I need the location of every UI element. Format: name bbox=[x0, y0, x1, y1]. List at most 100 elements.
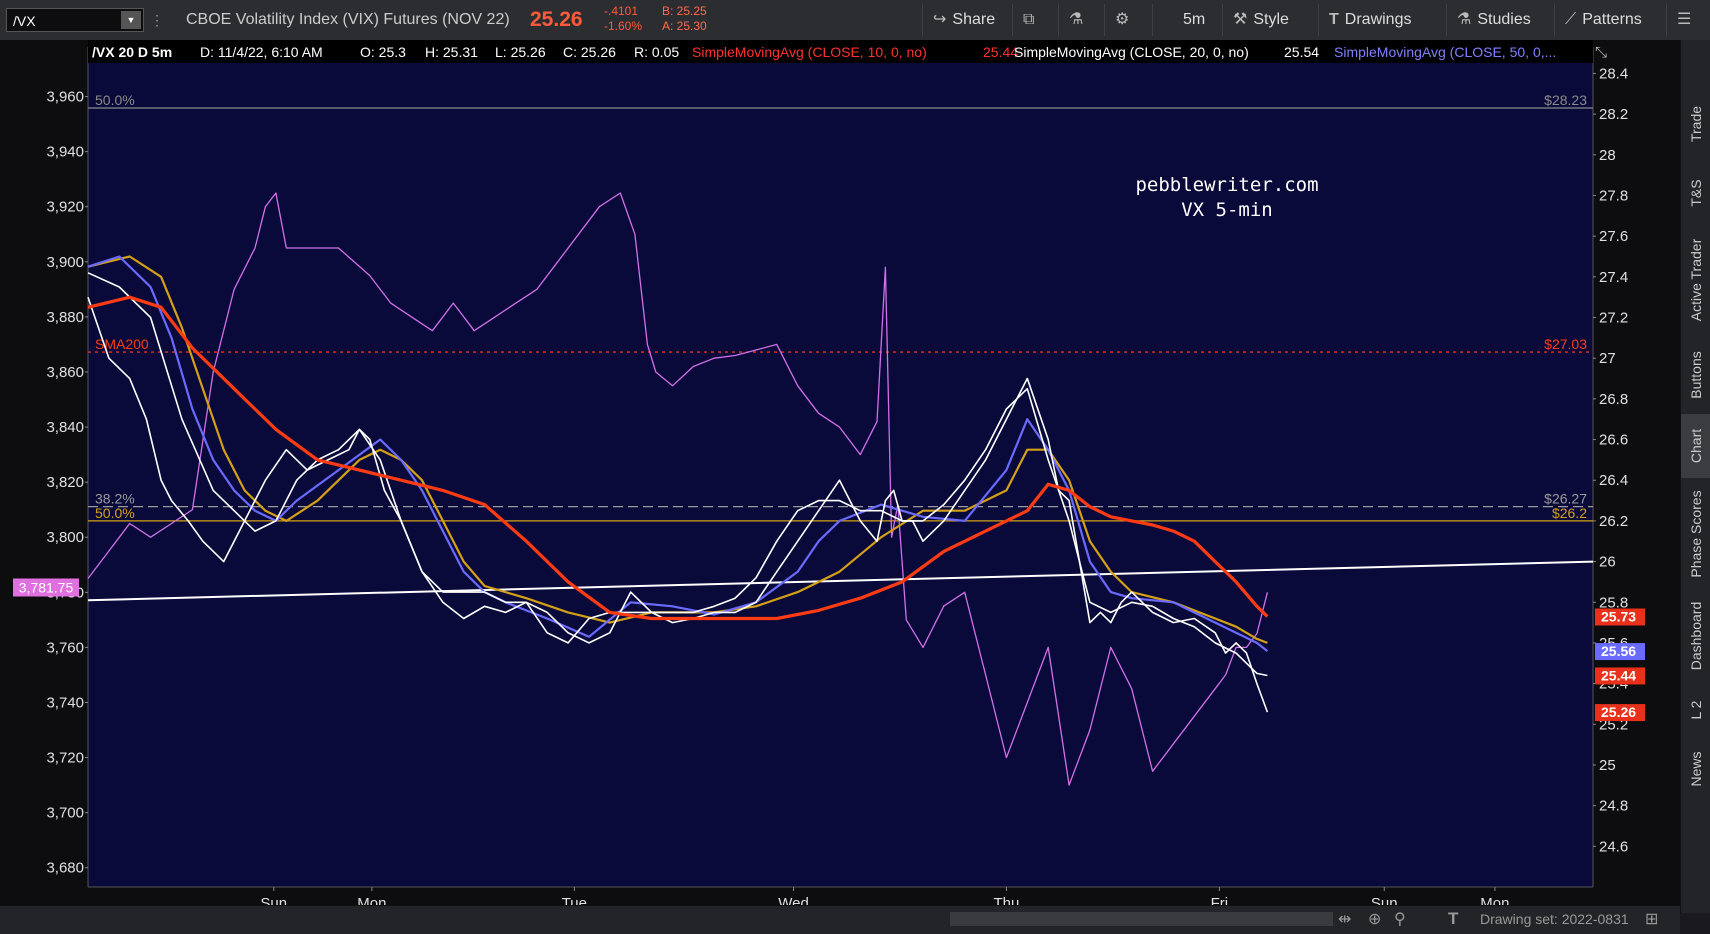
side-tab-label: T&S bbox=[1688, 179, 1704, 207]
change-block: -.4101 -1.60% bbox=[604, 4, 642, 34]
side-tab-news[interactable]: News bbox=[1681, 738, 1710, 800]
patterns-label: Patterns bbox=[1582, 11, 1642, 28]
left-tick-label: 3,860 bbox=[46, 364, 84, 381]
share-icon: ↪ bbox=[933, 11, 947, 28]
horizontal-scrollbar[interactable] bbox=[950, 912, 1333, 926]
left-tick-label: 3,820 bbox=[46, 474, 84, 491]
side-tab-t-s[interactable]: T&S bbox=[1681, 164, 1710, 222]
bid-price: B: 25.25 bbox=[662, 4, 707, 18]
settings-button[interactable]: ⚙ bbox=[1104, 4, 1152, 36]
side-tab-label: Buttons bbox=[1688, 351, 1704, 399]
style-icon: ⚒ bbox=[1233, 11, 1248, 28]
right-tick-label: 28 bbox=[1599, 147, 1616, 164]
right-tick-label: 25 bbox=[1599, 757, 1616, 774]
camera-icon: ⧉ bbox=[1023, 11, 1035, 28]
bar-low: L: 25.26 bbox=[495, 44, 546, 60]
menu-icon: ☰ bbox=[1677, 11, 1692, 28]
bar-range: R: 0.05 bbox=[634, 44, 679, 60]
price-label-text: 25.73 bbox=[1601, 608, 1636, 624]
right-tick-label: 27 bbox=[1599, 350, 1616, 367]
sma20-label: SimpleMovingAvg (CLOSE, 20, 0, no) bbox=[1014, 44, 1249, 60]
right-tick-label: 28.2 bbox=[1599, 106, 1628, 123]
crosshair-icon[interactable]: ⊕ bbox=[1368, 909, 1381, 929]
drawings-button[interactable]: T Drawings bbox=[1318, 4, 1446, 36]
chart-svg[interactable]: 3,6803,7003,7203,7403,7603,7803,8003,820… bbox=[0, 40, 1680, 913]
side-tab-buttons[interactable]: Buttons bbox=[1681, 338, 1710, 412]
level-label: SMA200 bbox=[95, 336, 149, 352]
flask-icon: ⚗ bbox=[1457, 11, 1472, 28]
bar-date: D: 11/4/22, 6:10 AM bbox=[200, 44, 323, 60]
timeframe-button[interactable]: 5m bbox=[1152, 4, 1222, 36]
right-tick-label: 27.8 bbox=[1599, 187, 1628, 204]
side-tab-label: Phase Scores bbox=[1688, 490, 1704, 578]
side-tab-trade[interactable]: Trade bbox=[1681, 86, 1710, 162]
right-tick-label: 26.2 bbox=[1599, 513, 1628, 530]
symbol-dropdown-icon[interactable]: ▼ bbox=[121, 11, 141, 29]
panel-icon[interactable]: ⊞ bbox=[1645, 909, 1658, 929]
right-tick-label: 24.8 bbox=[1599, 798, 1628, 815]
style-button[interactable]: ⚒ Style bbox=[1222, 4, 1318, 36]
price-label-text: 25.44 bbox=[1601, 667, 1636, 683]
left-tick-label: 3,960 bbox=[46, 89, 84, 106]
share-label: Share bbox=[952, 11, 996, 28]
watermark-line2: VX 5-min bbox=[1181, 199, 1273, 221]
flask-icon: ⚗ bbox=[1069, 11, 1084, 28]
flask-button[interactable]: ⚗ bbox=[1058, 4, 1104, 36]
bid-ask-block: B: 25.25 A: 25.30 bbox=[662, 4, 707, 34]
patterns-button[interactable]: ⟋ Patterns bbox=[1554, 4, 1666, 36]
side-tab-dashboard[interactable]: Dashboard bbox=[1681, 590, 1710, 682]
side-tab-label: Dashboard bbox=[1688, 601, 1704, 671]
left-tick-label: 3,880 bbox=[46, 309, 84, 326]
left-tick-label: 3,680 bbox=[46, 860, 84, 877]
last-price: 25.26 bbox=[530, 8, 583, 31]
price-label-text: 25.56 bbox=[1601, 643, 1636, 659]
side-tab-chart[interactable]: Chart bbox=[1681, 414, 1710, 478]
level-label: 50.0% bbox=[95, 92, 135, 108]
grip-icon[interactable]: ⋮ bbox=[150, 0, 164, 40]
symbol-text: /VX bbox=[13, 13, 36, 29]
gear-icon: ⚙ bbox=[1115, 11, 1130, 28]
snapshot-button[interactable]: ⧉ bbox=[1012, 4, 1058, 36]
left-tick-label: 3,800 bbox=[46, 529, 84, 546]
right-tick-label: 24.6 bbox=[1599, 838, 1628, 855]
right-tick-label: 26.6 bbox=[1599, 432, 1628, 449]
sma50-label: SimpleMovingAvg (CLOSE, 50, 0,... bbox=[1334, 44, 1556, 60]
right-tick-label: 26.8 bbox=[1599, 391, 1628, 408]
level-value-label: $27.03 bbox=[1544, 336, 1587, 352]
right-tick-label: 27.6 bbox=[1599, 228, 1628, 245]
menu-button[interactable]: ☰ bbox=[1666, 4, 1710, 36]
right-tick-label: 27.4 bbox=[1599, 269, 1628, 286]
drawing-set-label[interactable]: Drawing set: 2022-0831 bbox=[1480, 911, 1629, 927]
symbol-input[interactable]: /VX ▼ bbox=[6, 8, 144, 32]
left-tick-label: 3,940 bbox=[46, 144, 84, 161]
percent-change: -1.60% bbox=[604, 19, 643, 33]
drawings-label: Drawings bbox=[1344, 11, 1412, 28]
side-tab-label: News bbox=[1688, 751, 1704, 787]
collapse-header-icon[interactable]: ⤡ bbox=[1595, 44, 1607, 61]
side-tab-active-trader[interactable]: Active Trader bbox=[1681, 224, 1710, 336]
left-tick-label: 3,740 bbox=[46, 694, 84, 711]
share-button[interactable]: ↪ Share bbox=[922, 4, 1012, 36]
studies-label: Studies bbox=[1477, 11, 1531, 28]
pattern-icon: ⟋ bbox=[1565, 11, 1577, 28]
net-change: -.4101 bbox=[604, 4, 639, 18]
level-label: 50.0% bbox=[95, 505, 135, 521]
status-bar: ⇹ ⊕ ⚲ T Drawing set: 2022-0831 ⊞ bbox=[0, 905, 1680, 934]
left-tick-label: 3,840 bbox=[46, 419, 84, 436]
bar-open: O: 25.3 bbox=[360, 44, 406, 60]
left-tick-label: 3,700 bbox=[46, 805, 84, 822]
ask-price: A: 25.30 bbox=[662, 19, 707, 33]
zoom-icon[interactable]: ⚲ bbox=[1394, 909, 1406, 929]
bar-close: C: 25.26 bbox=[563, 44, 616, 60]
zoom-fit-icon[interactable]: ⇹ bbox=[1338, 909, 1351, 929]
level-value-label: $26.2 bbox=[1552, 505, 1587, 521]
right-tick-label: 26.4 bbox=[1599, 472, 1628, 489]
watermark-line1: pebblewriter.com bbox=[1135, 174, 1318, 196]
spx-price-marker-label: 3,781.75 bbox=[19, 579, 74, 595]
side-tab-phase-scores[interactable]: Phase Scores bbox=[1681, 480, 1710, 588]
side-tab-l-2[interactable]: L 2 bbox=[1681, 684, 1710, 736]
text-tool-icon[interactable]: T bbox=[1448, 909, 1458, 929]
side-tab-label: Chart bbox=[1688, 428, 1704, 464]
sma10-value: 25.44 bbox=[983, 44, 1018, 60]
studies-button[interactable]: ⚗ Studies bbox=[1446, 4, 1554, 36]
